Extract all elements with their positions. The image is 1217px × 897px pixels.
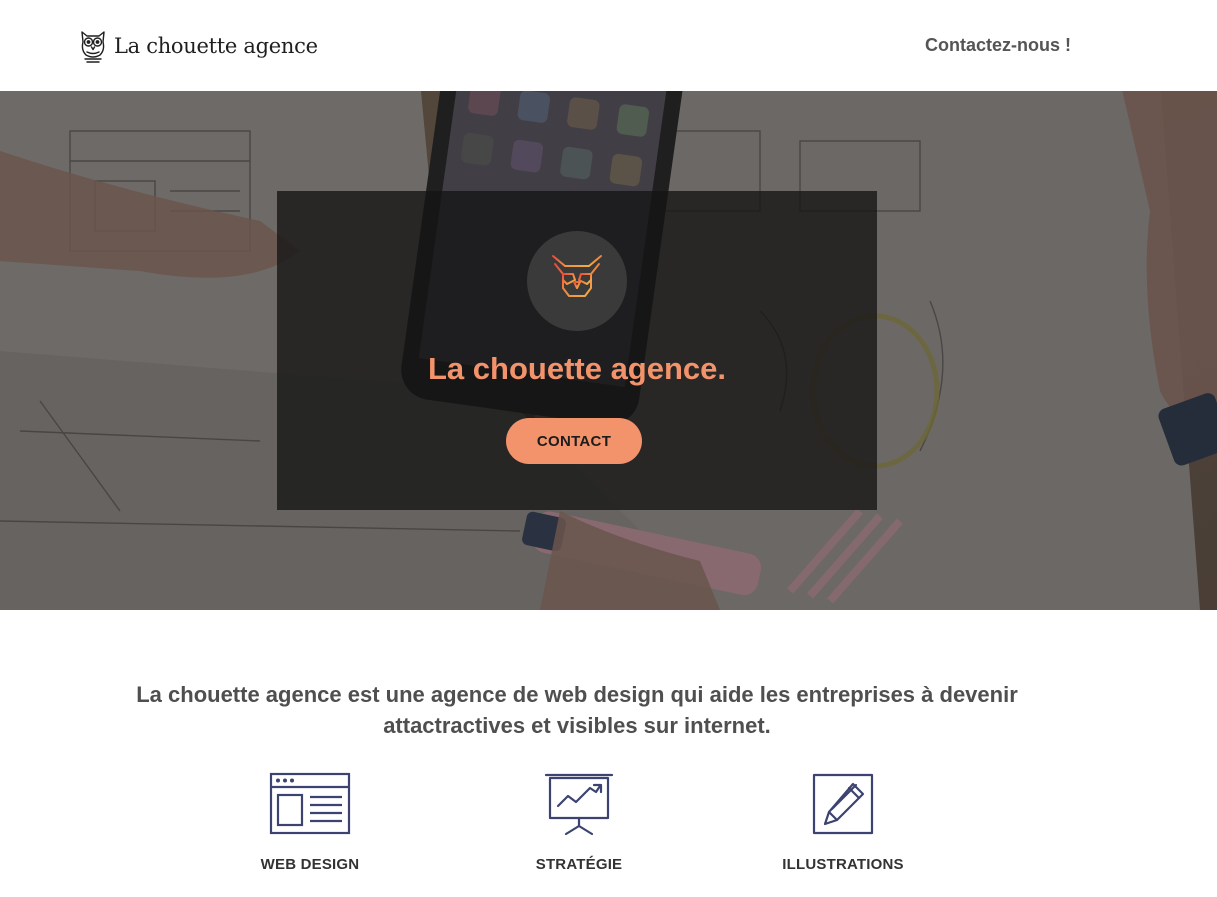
owl-icon (552, 255, 602, 309)
logo-text: La chouette agence (114, 34, 318, 58)
service-label: STRATÉGIE (535, 856, 623, 873)
contact-button[interactable]: CONTACT (506, 418, 642, 464)
nav-contact-link[interactable]: Contactez-nous ! (925, 35, 1071, 56)
service-label: ILLUSTRATIONS (782, 856, 904, 873)
pencil-square-icon (812, 773, 874, 835)
hero-emblem (527, 231, 627, 331)
hero-title: La chouette agence. (427, 351, 727, 386)
presentation-chart-icon (544, 773, 614, 836)
service-label: WEB DESIGN (260, 856, 360, 873)
intro-text: La chouette agence est une agence de web… (136, 682, 1018, 738)
hero-card: La chouette agence. CONTACT (277, 191, 877, 510)
hero-section: La chouette agence. CONTACT (0, 91, 1217, 610)
service-web-design: WEB DESIGN (210, 772, 410, 873)
site-header: La chouette agence Contactez-nous ! (0, 0, 1217, 91)
logo-link[interactable]: La chouette agence (78, 28, 318, 64)
owl-icon (81, 31, 105, 63)
browser-window-icon (269, 772, 351, 835)
service-strategie: STRATÉGIE (479, 772, 679, 873)
service-illustrations: ILLUSTRATIONS (743, 772, 943, 873)
